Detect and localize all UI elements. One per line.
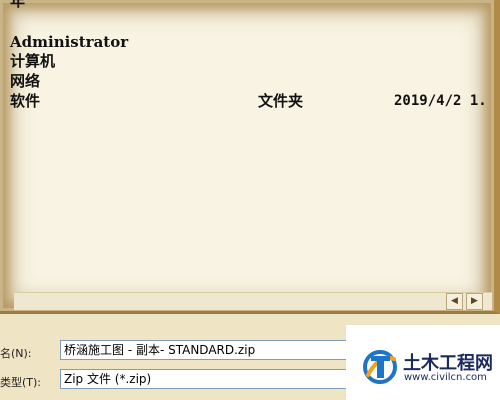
arrow-right-icon: ▶ bbox=[471, 296, 478, 306]
arrow-left-icon: ◀ bbox=[451, 296, 458, 306]
file-list: 年 Administrator 计算机 网络 软件 文件夹 2019/4/2 1… bbox=[0, 0, 494, 286]
watermark-url: www.civilcn.com bbox=[404, 372, 487, 383]
file-name-label: 名(N): bbox=[0, 347, 32, 360]
horizontal-scrollbar[interactable]: ◀ ▶ bbox=[14, 292, 492, 310]
watermark-badge: 土木工程网 www.civilcn.com bbox=[346, 325, 500, 400]
file-list-frame: 年 Administrator 计算机 网络 软件 文件夹 2019/4/2 1… bbox=[0, 0, 500, 314]
list-item-name: Administrator bbox=[10, 33, 129, 51]
list-item-date: 2019/4/2 1. bbox=[394, 93, 487, 109]
save-dialog: 年 Administrator 计算机 网络 软件 文件夹 2019/4/2 1… bbox=[0, 0, 500, 400]
list-item-name: 计算机 bbox=[10, 52, 56, 70]
file-type-label: 类型(T): bbox=[0, 376, 42, 389]
list-item-name: 软件 bbox=[10, 92, 41, 110]
scroll-left-button[interactable]: ◀ bbox=[446, 293, 463, 310]
scroll-right-button[interactable]: ▶ bbox=[466, 293, 483, 310]
list-item-name: 年 bbox=[10, 0, 26, 10]
list-item-name: 网络 bbox=[10, 72, 41, 90]
civilcn-logo-icon bbox=[363, 350, 397, 384]
scrollbar-track[interactable] bbox=[14, 293, 442, 310]
list-item-type: 文件夹 bbox=[258, 92, 304, 110]
